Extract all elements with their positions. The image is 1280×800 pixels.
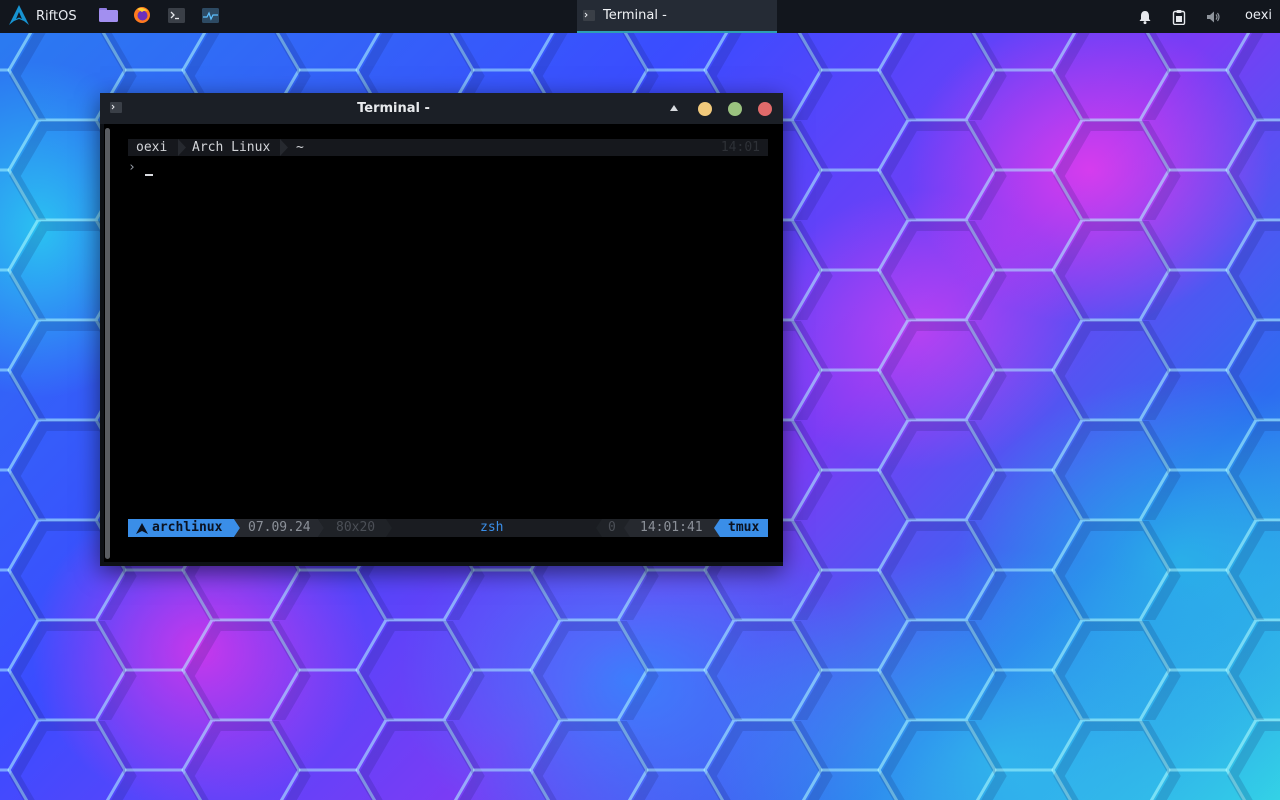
taskbar-item-label: Terminal -: [603, 8, 667, 23]
text-cursor: [145, 174, 153, 176]
prompt-directory: ~: [296, 140, 304, 155]
tmux-label: tmux: [728, 520, 760, 535]
command-line[interactable]: ›: [128, 160, 136, 176]
tmux-size: 80x20: [336, 520, 376, 535]
terminal-window: Terminal - oexi Arch Linux ~ 14:01 › arc…: [100, 93, 783, 566]
firefox-icon: [133, 6, 151, 28]
user-menu[interactable]: oexi: [1245, 8, 1272, 23]
maximize-button[interactable]: [728, 102, 742, 116]
tmux-date: 07.09.24: [248, 520, 311, 535]
terminal-content[interactable]: oexi Arch Linux ~ 14:01 › archlinux 07.0…: [104, 124, 783, 562]
folder-icon: [98, 7, 118, 27]
tmux-window-name: zsh: [480, 520, 504, 535]
prompt-time: 14:01: [720, 140, 760, 155]
window-title: Terminal -: [357, 101, 430, 116]
window-titlebar[interactable]: Terminal -: [100, 93, 783, 124]
prompt-separator: [178, 139, 186, 156]
notifications-icon[interactable]: [1137, 9, 1153, 25]
volume-icon[interactable]: [1205, 9, 1221, 25]
shell-prompt-bar: oexi Arch Linux ~ 14:01: [128, 139, 768, 156]
tmux-window-index: 0: [608, 520, 616, 535]
application-launcher[interactable]: RiftOS: [8, 4, 77, 29]
terminal-icon: [583, 10, 595, 21]
pinned-terminal[interactable]: [166, 7, 186, 27]
tmux-session: archlinux: [152, 520, 223, 535]
clipboard-icon[interactable]: [1171, 9, 1187, 26]
launcher-label: RiftOS: [36, 9, 77, 24]
prompt-separator: [280, 139, 288, 156]
tmux-statusbar: archlinux 07.09.24 80x20 zsh 0 14:01:41 …: [128, 519, 768, 537]
prompt-user: oexi: [136, 140, 168, 155]
keep-above-button[interactable]: [669, 104, 679, 112]
close-button[interactable]: [758, 102, 772, 116]
arch-logo-icon: [136, 523, 148, 534]
arch-logo-icon: [8, 4, 30, 30]
top-panel: RiftOS Terminal - oexi: [0, 0, 1280, 33]
pinned-files[interactable]: [98, 7, 118, 27]
prompt-host: Arch Linux: [192, 140, 271, 155]
prompt-char: ›: [128, 160, 136, 175]
tmux-clock: 14:01:41: [640, 520, 703, 535]
pinned-system-monitor[interactable]: [200, 7, 220, 27]
pinned-firefox[interactable]: [132, 7, 152, 27]
scrollbar[interactable]: [105, 128, 110, 559]
taskbar-item-terminal[interactable]: Terminal -: [577, 0, 777, 33]
terminal-icon: [167, 7, 185, 27]
system-monitor-icon: [201, 7, 219, 27]
minimize-button[interactable]: [698, 102, 712, 116]
